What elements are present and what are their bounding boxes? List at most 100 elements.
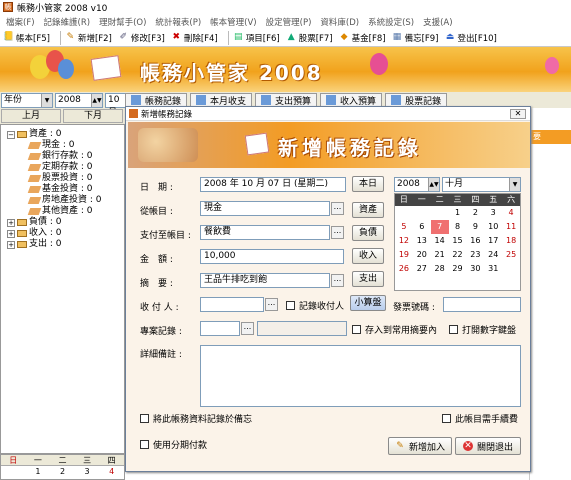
tree-node[interactable]: 股票投資 : 0 [3,173,122,184]
tree-node[interactable]: 現金 : 0 [3,140,122,151]
handling-fee-checkbox[interactable]: 此帳目需手續費 [442,412,518,425]
record-payee-checkbox[interactable]: 記錄收付人 [286,299,344,312]
toolbar-button[interactable]: ▦ 備忘[F9] [392,32,439,44]
calendar-day[interactable]: 8 [449,220,467,234]
expand-icon[interactable]: + [7,218,15,227]
tree-node[interactable]: 定期存款 : 0 [3,162,122,173]
tree-node[interactable]: + 收入 : 0 [3,228,122,239]
calendar-day[interactable]: 24 [484,248,502,262]
collapse-icon[interactable]: − [7,130,15,139]
toolbar-button[interactable]: ▤ 項目[F6] [233,32,280,44]
tree-node[interactable]: + 支出 : 0 [3,239,122,250]
toolbar-button[interactable]: ◆ 基金[F8] [339,32,386,44]
calendar-day[interactable]: 30 [466,262,484,276]
tree-node[interactable]: 銀行存款 : 0 [3,151,122,162]
calendar-day[interactable]: 29 [449,262,467,276]
menu-item[interactable]: 設定管理(P) [266,16,312,28]
toolbar-button[interactable]: ✐ 修改[F3] [118,32,165,44]
calendar-day[interactable]: 31 [484,262,502,276]
calendar-day[interactable]: 12 [395,234,413,248]
tree-node[interactable]: 基金投資 : 0 [3,184,122,195]
calendar-day[interactable]: 2 [466,206,484,220]
calendar-day[interactable]: 9 [466,220,484,234]
calendar-day[interactable]: 15 [449,234,467,248]
tree-node[interactable]: − 資產 : 0 [3,129,122,140]
add-record-button[interactable]: ✎ 新增加入 [388,437,452,455]
prev-month-button[interactable]: 上月 [1,109,61,123]
calendar-day[interactable]: 19 [395,248,413,262]
close-icon[interactable]: ✕ [510,109,526,119]
from-account-field[interactable]: 現金 [200,201,330,216]
menu-item[interactable]: 支援(A) [423,16,452,28]
calendar-day[interactable]: 14 [431,234,449,248]
menu-item[interactable]: 統計報表(P) [155,16,201,28]
tree-node[interactable]: + 負債 : 0 [3,217,122,228]
installment-checkbox[interactable]: 使用分期付款 [140,438,207,451]
calendar-day[interactable]: 21 [431,248,449,262]
menu-item[interactable]: 檔案(F) [6,16,35,28]
tree-node[interactable]: 其他資產 : 0 [3,206,122,217]
toolbar-button[interactable]: ⏏ 登出[F10] [445,32,497,44]
calendar-day[interactable]: 6 [413,220,431,234]
calendar-day[interactable]: 5 [395,220,413,234]
tree-node[interactable]: 房地產投資 : 0 [3,195,122,206]
calendar-day[interactable]: 13 [413,234,431,248]
calendar-day[interactable]: 27 [413,262,431,276]
pay-to-field[interactable]: 餐飲費 [200,225,330,240]
next-month-button[interactable]: 下月 [63,109,123,123]
tab[interactable]: 本月收支 [190,93,253,107]
payee-field[interactable] [200,297,264,312]
calculator-button[interactable]: 小算盤 [350,295,386,311]
summary-field[interactable]: 王品牛排吃到飽 [200,273,330,288]
date-field[interactable]: 2008 年 10 月 07 日 (星期二) [200,177,346,192]
mini-calendar-day[interactable] [1,466,26,478]
income-button[interactable]: 收入 [352,248,384,264]
calendar-day[interactable]: 1 [449,206,467,220]
calendar-day[interactable]: 26 [395,262,413,276]
project-field[interactable] [200,321,240,336]
tab[interactable]: 帳務記錄 [125,93,188,107]
menu-item[interactable]: 系統設定(S) [368,16,414,28]
calendar-day[interactable]: 3 [484,206,502,220]
calendar-month-select[interactable]: 十月 ▼ [442,177,521,192]
liability-button[interactable]: 負債 [352,225,384,241]
calendar-day[interactable]: 28 [431,262,449,276]
toolbar-button[interactable]: ▲ 股票[F7] [286,32,333,44]
calendar-day[interactable]: 20 [413,248,431,262]
browse-icon[interactable]: ... [265,298,278,311]
project-detail-field[interactable] [257,321,347,336]
calendar-day[interactable]: 25 [502,248,520,262]
browse-icon[interactable]: ... [331,202,344,215]
year-spinner[interactable]: 2008 ▲▼ [55,93,103,108]
calendar-day[interactable]: 22 [449,248,467,262]
toolbar-button[interactable]: ✎ 新增[F2] [65,32,112,44]
memo-textarea[interactable] [200,345,521,407]
expense-button[interactable]: 支出 [352,271,384,287]
menu-item[interactable]: 理財幫手(O) [99,16,146,28]
menu-item[interactable]: 記錄維護(R) [44,16,91,28]
calendar-day[interactable]: 11 [502,220,520,234]
month-select[interactable]: 10月 [105,93,125,118]
save-phrase-checkbox[interactable]: 存入到常用摘要內 [352,323,437,336]
calendar-day[interactable]: 7 [430,220,449,234]
calendar-day[interactable]: 18 [502,234,520,248]
tab[interactable]: 股票記錄 [385,93,448,107]
mini-calendar-day[interactable]: 3 [75,466,100,478]
mini-calendar-day[interactable]: 2 [50,466,75,478]
tab[interactable]: 收入預算 [320,93,383,107]
close-dialog-button[interactable]: ✕ 關閉退出 [455,437,521,455]
tab[interactable]: 支出預算 [255,93,318,107]
menu-item[interactable]: 帳本管理(V) [210,16,256,28]
expand-icon[interactable]: + [7,240,15,249]
calendar-day[interactable]: 16 [466,234,484,248]
period-type-select[interactable]: 年份 ▼ [1,93,53,108]
toolbar-button[interactable]: 📒 帳本[F5] [3,32,50,44]
calendar-day[interactable]: 23 [466,248,484,262]
toolbar-button[interactable]: ✖ 刪除[F4] [171,32,218,44]
save-to-memo-checkbox[interactable]: 將此帳務資料記錄於備忘 [140,412,252,425]
today-button[interactable]: 本日 [352,176,384,192]
calendar-day[interactable]: 10 [484,220,502,234]
numeric-keypad-checkbox[interactable]: 打開數字鍵盤 [449,323,516,336]
browse-icon[interactable]: ... [331,274,344,287]
menu-item[interactable]: 資料庫(D) [320,16,359,28]
